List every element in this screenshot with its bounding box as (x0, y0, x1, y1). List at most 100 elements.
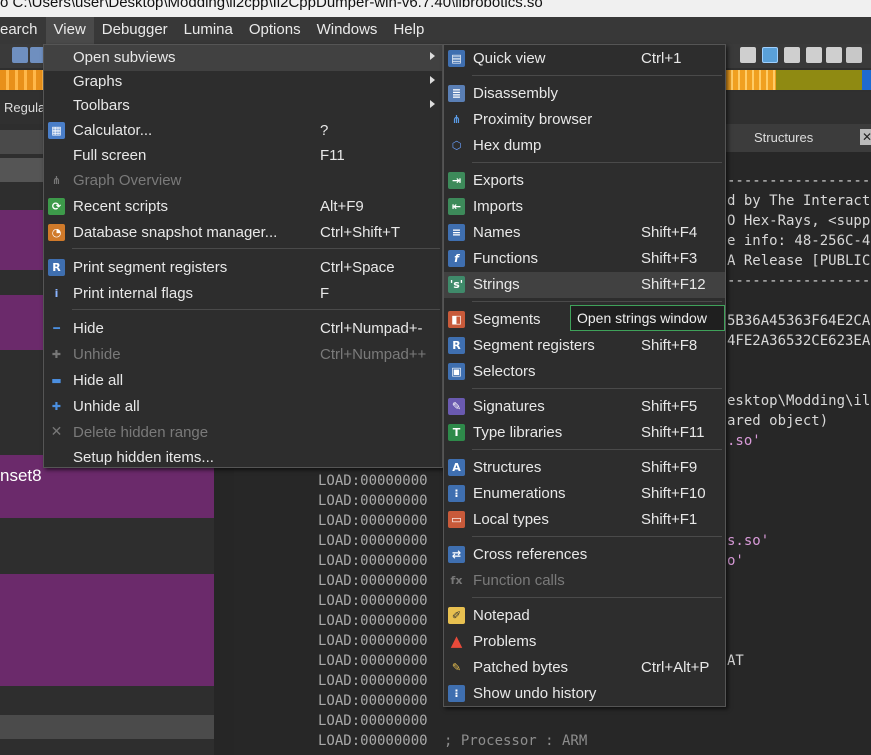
listing-fragment: o' (727, 553, 744, 569)
menu-item-notepad[interactable]: ✐ Notepad (444, 603, 725, 629)
menu-windows[interactable]: Windows (309, 17, 386, 44)
listing-address[interactable]: LOAD:00000000 (318, 733, 428, 749)
close-icon[interactable]: ✕ (860, 129, 871, 145)
listing-address[interactable]: LOAD:00000000 (318, 613, 428, 629)
type-libraries-icon: T (448, 424, 465, 441)
menu-item-setup-hidden-items[interactable]: Setup hidden items... (44, 445, 442, 471)
toolbar-icon[interactable] (806, 47, 822, 63)
menu-item-hide[interactable]: ━ Hide Ctrl+Numpad+- (44, 316, 442, 342)
menu-item-label: Structures (473, 459, 542, 476)
menu-item-recent-scripts[interactable]: ⟳ Recent scripts Alt+F9 (44, 194, 442, 220)
menu-item-shortcut: Ctrl+Numpad+- (320, 320, 423, 337)
menu-item-calculator[interactable]: ▦ Calculator... ? (44, 118, 442, 144)
menu-item-patched-bytes[interactable]: ✎ Patched bytes Ctrl+Alt+P (444, 655, 725, 681)
listing-fragment: ----------------- (727, 173, 871, 189)
menu-lumina[interactable]: Lumina (176, 17, 241, 44)
menu-item-shortcut: Ctrl+Shift+T (320, 224, 401, 241)
menu-item-hex-dump[interactable]: ⬡ Hex dump (444, 133, 725, 159)
menu-item-full-screen[interactable]: Full screen F11 (44, 143, 442, 169)
toolbar-icon[interactable] (826, 47, 842, 63)
menu-item-disassembly[interactable]: ≣ Disassembly (444, 81, 725, 107)
toolbar-icon[interactable] (762, 47, 778, 63)
left-panel-text: nset8 (0, 466, 42, 485)
menu-item-proximity-browser[interactable]: ⋔ Proximity browser (444, 107, 725, 133)
listing-address[interactable]: LOAD:00000000 (318, 533, 428, 549)
menu-separator (72, 248, 440, 249)
menu-item-segment-registers[interactable]: R Segment registers Shift+F8 (444, 333, 725, 359)
menu-item-exports[interactable]: ⇥ Exports (444, 168, 725, 194)
menu-item-show-undo-history[interactable]: ⁝ Show undo history (444, 681, 725, 707)
patched-bytes-icon: ✎ (451, 661, 462, 674)
menu-options[interactable]: Options (241, 17, 309, 44)
menu-view[interactable]: View (45, 17, 94, 44)
menu-item-database-snapshot-manager[interactable]: ◔ Database snapshot manager... Ctrl+Shif… (44, 220, 442, 246)
menu-item-quick-view[interactable]: ▤ Quick view Ctrl+1 (444, 46, 725, 72)
snapshot-icon: ◔ (48, 224, 65, 241)
notepad-icon: ✐ (448, 607, 465, 624)
menu-item-open-subviews[interactable]: Open subviews (44, 45, 442, 71)
listing-fragment: d by The Interact (727, 193, 871, 209)
menu-debugger[interactable]: Debugger (94, 17, 176, 44)
menu-item-shortcut: Alt+F9 (320, 198, 364, 215)
menu-item-label: Segment registers (473, 337, 595, 354)
listing-address[interactable]: LOAD:00000000 (318, 553, 428, 569)
menu-item-cross-references[interactable]: ⇄ Cross references (444, 542, 725, 568)
menu-item-type-libraries[interactable]: T Type libraries Shift+F11 (444, 420, 725, 446)
listing-address[interactable]: LOAD:00000000 (318, 493, 428, 509)
left-tab-label[interactable]: Regula (4, 100, 45, 115)
menu-item-problems[interactable]: ▲ Problems (444, 629, 725, 655)
menu-item-print-segment-registers[interactable]: R Print segment registers Ctrl+Space (44, 255, 442, 281)
toolbar-icon[interactable] (12, 47, 28, 63)
menu-item-selectors[interactable]: ▣ Selectors (444, 359, 725, 385)
structures-icon: A (448, 459, 465, 476)
listing-address[interactable]: LOAD:00000000 (318, 593, 428, 609)
strings-icon: 's' (448, 276, 465, 293)
menu-item-hide-all[interactable]: ▬ Hide all (44, 368, 442, 394)
listing-address[interactable]: LOAD:00000000 (318, 713, 428, 729)
menu-item-graph-overview: ⋔ Graph Overview (44, 168, 442, 194)
menu-item-names[interactable]: ≡ Names Shift+F4 (444, 220, 725, 246)
menu-item-enumerations[interactable]: ⁝ Enumerations Shift+F10 (444, 481, 725, 507)
listing-fragment: ----------------- (727, 273, 871, 289)
menu-item-toolbars[interactable]: Toolbars (44, 93, 442, 119)
graph-block[interactable] (0, 574, 214, 686)
toolbar-icon[interactable] (846, 47, 862, 63)
menu-item-label: Disassembly (473, 85, 559, 102)
tab-structures[interactable]: Structures (754, 130, 813, 145)
menu-item-signatures[interactable]: ✎ Signatures Shift+F5 (444, 394, 725, 420)
menu-item-label: Patched bytes (473, 659, 569, 676)
menu-item-label: Toolbars (73, 97, 130, 114)
menu-item-local-types[interactable]: ▭ Local types Shift+F1 (444, 507, 725, 533)
menu-search[interactable]: earch (0, 17, 46, 44)
listing-address[interactable]: LOAD:00000000 (318, 693, 428, 709)
menu-item-functions[interactable]: f Functions Shift+F3 (444, 246, 725, 272)
menu-item-shortcut: Shift+F5 (641, 398, 698, 415)
menu-item-label: Unhide (73, 346, 121, 363)
listing-address[interactable]: LOAD:00000000 (318, 633, 428, 649)
menu-separator (472, 449, 722, 450)
menu-item-label: Functions (473, 250, 539, 267)
menu-item-strings[interactable]: 's' Strings Shift+F12 (444, 272, 725, 298)
listing-address[interactable]: LOAD:00000000 (318, 653, 428, 669)
listing-address[interactable]: LOAD:00000000 (318, 573, 428, 589)
toolbar-icon[interactable] (740, 47, 756, 63)
menu-separator (472, 388, 722, 389)
menu-item-label: Enumerations (473, 485, 566, 502)
menu-item-shortcut: Shift+F3 (641, 250, 698, 267)
menu-item-label: Recent scripts (73, 198, 169, 215)
graph-overview-icon: ⋔ (51, 174, 62, 187)
menu-item-print-internal-flags[interactable]: ⅰ Print internal flags F (44, 281, 442, 307)
listing-fragment: ared object) (727, 413, 829, 429)
listing-address[interactable]: LOAD:00000000 (318, 513, 428, 529)
menu-item-structures[interactable]: A Structures Shift+F9 (444, 455, 725, 481)
submenu-arrow-icon (430, 100, 435, 108)
menu-item-shortcut: F11 (320, 147, 345, 164)
menu-item-unhide-all[interactable]: ✚ Unhide all (44, 394, 442, 420)
listing-address[interactable]: LOAD:00000000 (318, 473, 428, 489)
listing-address[interactable]: LOAD:00000000 (318, 673, 428, 689)
menu-item-imports[interactable]: ⇤ Imports (444, 194, 725, 220)
menu-item-graphs[interactable]: Graphs (44, 69, 442, 95)
menu-help[interactable]: Help (385, 17, 432, 44)
toolbar-icon[interactable] (784, 47, 800, 63)
menu-item-label: Quick view (473, 50, 546, 67)
